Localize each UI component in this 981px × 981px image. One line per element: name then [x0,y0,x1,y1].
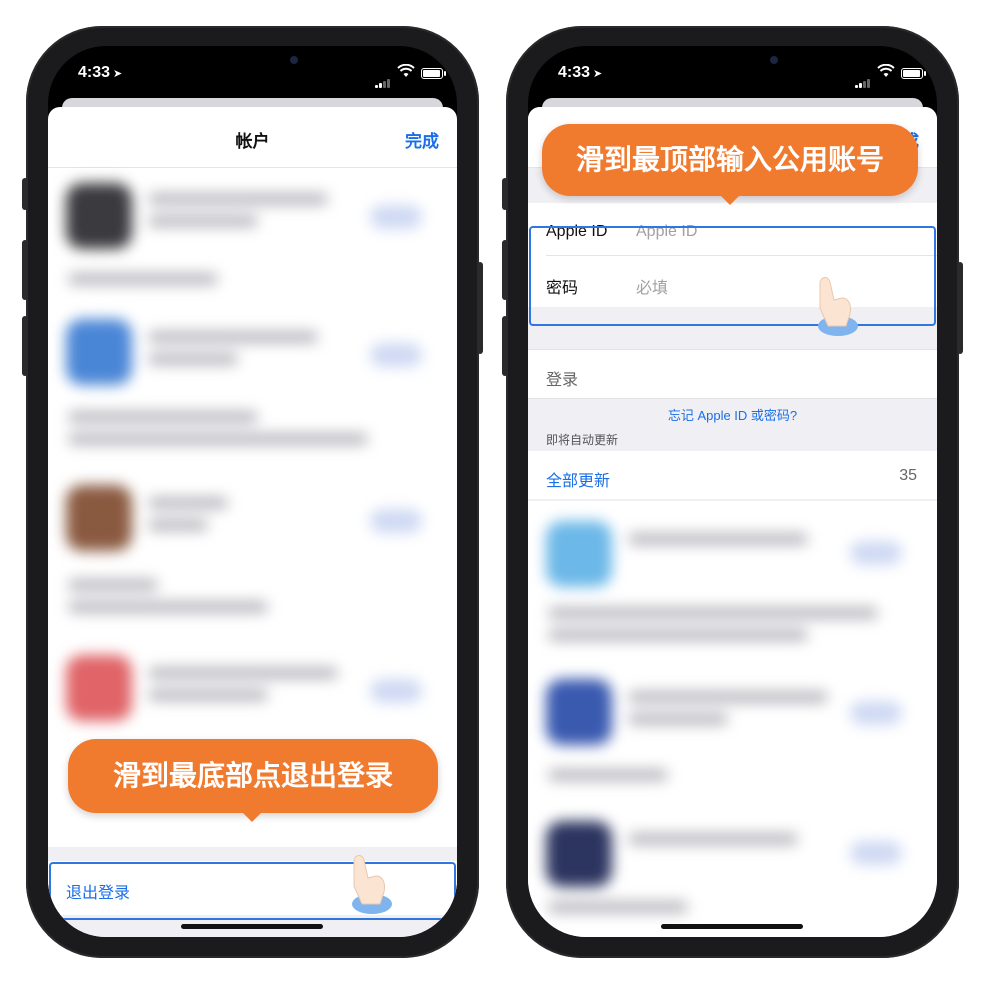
blur-pill [850,541,902,565]
volume-up-button [22,240,28,300]
blur-bar [68,411,258,423]
status-time: 4:33 ➤ [558,64,603,81]
notch [152,46,352,76]
blur-bar [148,331,318,343]
blur-bar [548,629,808,641]
blur-bar [148,497,228,509]
signal-icon [375,70,391,88]
blur-pill [850,841,902,865]
blur-bar [68,433,368,445]
home-indicator[interactable] [181,924,323,929]
blur-pill [850,701,902,725]
blur-bar [68,601,268,613]
blur-bar [628,691,828,703]
sign-in-row[interactable]: 登录 [528,349,937,399]
app-icon [546,679,612,745]
camera-icon [290,56,298,64]
left-phone-frame: 4:33 ➤ 帐户 完成 退出登录 滑到最底部点退出登录 [22,26,483,958]
home-indicator[interactable] [661,924,803,929]
volume-down-button [22,316,28,376]
pointing-hand-icon [818,277,858,336]
update-all-row: 全部更新 35 [528,451,937,499]
auto-update-header: 即将自动更新 [546,433,619,447]
camera-icon [770,56,778,64]
blur-bar [148,353,238,365]
app-icon [546,521,612,587]
app-icon [66,319,132,385]
signal-icon [855,70,871,88]
blurred-app-list [48,167,457,817]
nav-bar: 帐户 完成 [48,107,457,168]
wifi-icon [397,64,415,77]
blur-bar [148,689,268,701]
sign-in-label: 登录 [546,372,579,389]
blur-bar [68,273,218,285]
blur-bar [548,607,878,619]
volume-up-button [502,240,508,300]
blur-pill [370,343,422,367]
battery-icon [901,68,926,79]
callout-text: 滑到最底部点退出登录 [112,760,393,791]
side-button [477,262,483,354]
blur-pill [370,509,422,533]
blur-pill [370,205,422,229]
login-form-highlight [529,226,936,326]
blur-bar [628,533,808,545]
app-icon [66,655,132,721]
update-count: 35 [899,467,917,484]
status-time: 4:33 ➤ [78,64,123,81]
blur-bar [548,769,668,781]
blur-bar [148,193,328,205]
right-phone-frame: 4:33➤ 成 Apple ID Apple ID 密码 必填 登录 忘记 Ap… [502,26,963,958]
location-arrow-icon: ➤ [113,68,123,80]
battery-icon [421,68,446,79]
account-sheet: 成 Apple ID Apple ID 密码 必填 登录 忘记 Apple ID… [528,107,937,937]
mute-switch [502,178,508,210]
notch [632,46,832,76]
blur-bar [148,215,258,227]
sign-out-highlight [49,862,456,920]
volume-down-button [502,316,508,376]
location-arrow-icon: ➤ [593,68,603,80]
done-button[interactable]: 完成 [405,127,439,152]
blur-bar [68,579,158,591]
app-icon [546,821,612,887]
wifi-icon [877,64,895,77]
nav-title: 帐户 [235,132,270,151]
callout-sign-out: 滑到最底部点退出登录 [68,739,438,822]
blur-bar [628,833,798,845]
mute-switch [22,178,28,210]
blurred-app-list [528,501,937,937]
pointing-hand-icon [352,855,392,914]
blur-bar [148,667,338,679]
blur-bar [628,713,728,725]
forgot-apple-id-link[interactable]: 忘记 Apple ID 或密码? [528,405,937,424]
blur-bar [548,901,688,913]
callout-text: 滑到最顶部输入公用账号 [575,144,884,175]
app-icon [66,183,132,249]
callout-enter-account: 滑到最顶部输入公用账号 [542,124,918,205]
blur-bar [148,519,208,531]
update-all-button[interactable]: 全部更新 [546,467,610,491]
side-button [957,262,963,354]
blur-pill [370,679,422,703]
app-icon [66,485,132,551]
